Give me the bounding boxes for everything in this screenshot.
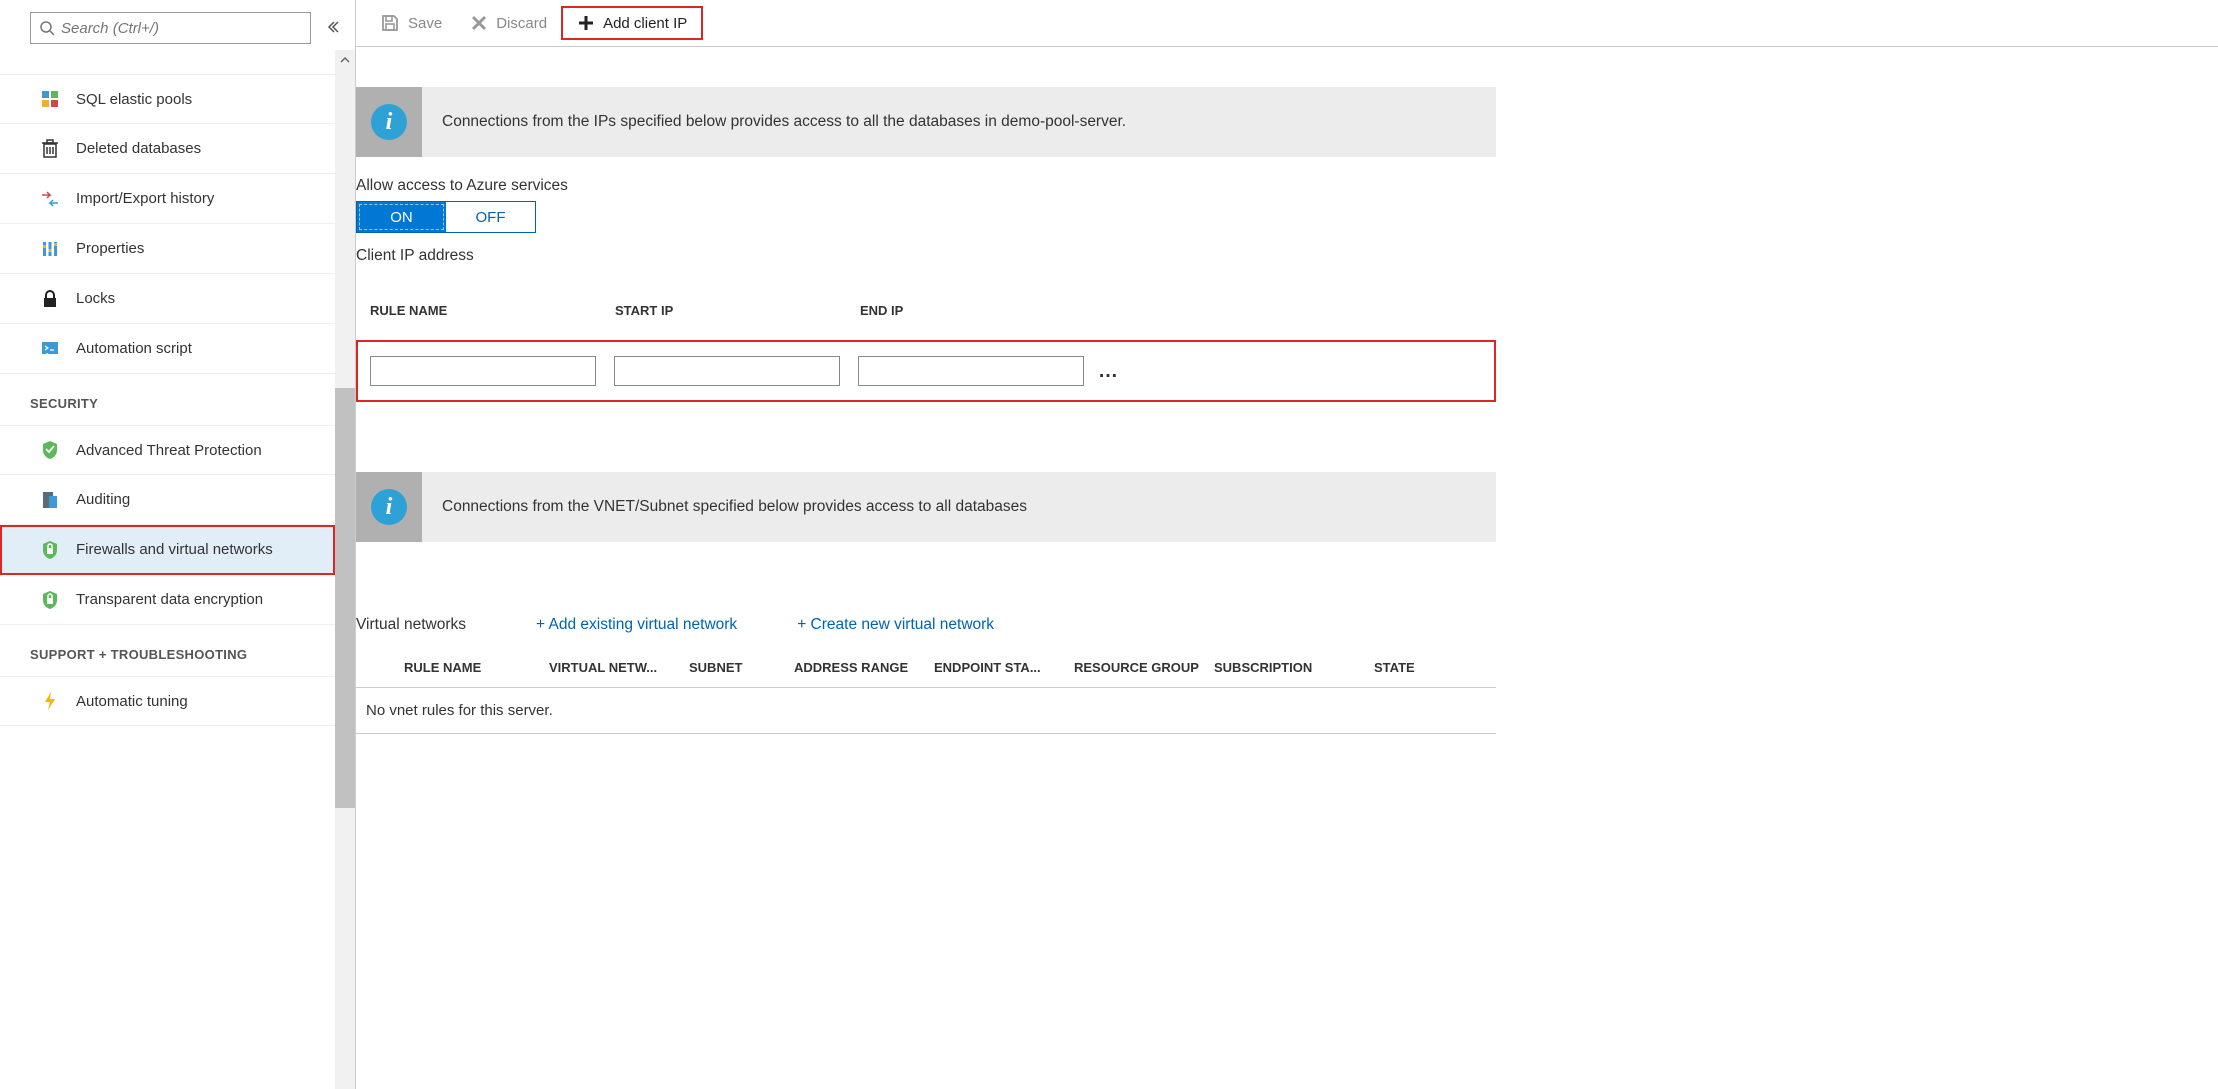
add-client-ip-label: Add client IP bbox=[603, 15, 687, 32]
toggle-on[interactable]: ON bbox=[357, 202, 446, 232]
save-icon bbox=[380, 13, 400, 33]
plus-icon bbox=[577, 14, 595, 32]
scroll-up-icon[interactable] bbox=[335, 50, 355, 70]
sidebar-item-label: Automatic tuning bbox=[76, 693, 188, 710]
properties-icon bbox=[38, 237, 62, 261]
vnet-th-rg: RESOURCE GROUP bbox=[1074, 660, 1214, 675]
lightning-icon bbox=[38, 689, 62, 713]
sidebar-item-label: SQL elastic pools bbox=[76, 91, 192, 108]
sidebar-item-label: Automation script bbox=[76, 340, 192, 357]
sidebar-item-label: Import/Export history bbox=[76, 190, 214, 207]
trash-icon bbox=[38, 137, 62, 161]
vnet-th-sub: SUBSCRIPTION bbox=[1214, 660, 1374, 675]
sidebar-item-label: Firewalls and virtual networks bbox=[76, 541, 273, 558]
fw-header-startip: START IP bbox=[615, 303, 860, 318]
sidebar-item-label: Advanced Threat Protection bbox=[76, 442, 262, 459]
collapse-sidebar-icon[interactable] bbox=[325, 19, 341, 38]
section-security-header: SECURITY bbox=[0, 374, 335, 425]
discard-button[interactable]: Discard bbox=[456, 8, 561, 38]
sidebar-item-automation-script[interactable]: Automation script bbox=[0, 324, 335, 374]
vnet-th-endpoint: ENDPOINT STA... bbox=[934, 660, 1074, 675]
sidebar-item-sql-elastic-pools[interactable]: SQL elastic pools bbox=[0, 74, 335, 124]
vnet-th-vnet: VIRTUAL NETW... bbox=[549, 660, 689, 675]
info-text-ip: Connections from the IPs specified below… bbox=[422, 87, 1496, 157]
vnet-table-header: RULE NAME VIRTUAL NETW... SUBNET ADDRESS… bbox=[356, 660, 1496, 688]
fw-rule-input-row: … bbox=[356, 340, 1496, 402]
fw-end-ip-input[interactable] bbox=[858, 356, 1084, 386]
vnet-th-state: STATE bbox=[1374, 660, 1454, 675]
fw-rule-name-input[interactable] bbox=[370, 356, 596, 386]
search-input[interactable] bbox=[61, 20, 302, 37]
toggle-off[interactable]: OFF bbox=[446, 202, 535, 232]
vnet-title: Virtual networks bbox=[356, 616, 536, 634]
info-icon: i bbox=[371, 104, 407, 140]
shield-check-icon bbox=[38, 438, 62, 462]
auditing-icon bbox=[38, 488, 62, 512]
sidebar-item-properties[interactable]: Properties bbox=[0, 224, 335, 274]
add-existing-vnet-link[interactable]: + Add existing virtual network bbox=[536, 616, 737, 634]
sidebar-item-label: Auditing bbox=[76, 491, 130, 508]
fw-header-endip: END IP bbox=[860, 303, 1105, 318]
allow-azure-label: Allow access to Azure services bbox=[356, 177, 1496, 195]
client-ip-label: Client IP address bbox=[356, 247, 1496, 265]
fw-header-rulename: RULE NAME bbox=[370, 303, 615, 318]
info-text-vnet: Connections from the VNET/Subnet specifi… bbox=[422, 472, 1496, 542]
sidebar-item-label: Deleted databases bbox=[76, 140, 201, 157]
sidebar-item-firewalls-virtual-networks[interactable]: Firewalls and virtual networks bbox=[0, 525, 335, 575]
info-icon: i bbox=[371, 489, 407, 525]
sidebar-item-automatic-tuning[interactable]: Automatic tuning bbox=[0, 676, 335, 726]
vnet-th-rule: RULE NAME bbox=[404, 660, 549, 675]
sidebar-item-label: Locks bbox=[76, 290, 115, 307]
sql-elastic-pools-icon bbox=[38, 87, 62, 111]
lock-icon bbox=[38, 287, 62, 311]
search-icon bbox=[39, 20, 55, 36]
sidebar-item-label: Properties bbox=[76, 240, 144, 257]
firewall-shield-icon bbox=[38, 538, 62, 562]
vnet-th-subnet: SUBNET bbox=[689, 660, 794, 675]
sidebar-scrollbar-thumb[interactable] bbox=[335, 388, 355, 808]
vnet-empty-message: No vnet rules for this server. bbox=[356, 688, 1496, 734]
discard-label: Discard bbox=[496, 15, 547, 32]
sidebar-search[interactable] bbox=[30, 12, 311, 44]
sidebar-item-import-export-history[interactable]: Import/Export history bbox=[0, 174, 335, 224]
sidebar-item-transparent-data-encryption[interactable]: Transparent data encryption bbox=[0, 575, 335, 625]
sidebar-item-deleted-databases[interactable]: Deleted databases bbox=[0, 124, 335, 174]
sidebar-item-auditing[interactable]: Auditing bbox=[0, 475, 335, 525]
import-export-icon bbox=[38, 187, 62, 211]
encryption-shield-icon bbox=[38, 588, 62, 612]
add-client-ip-button[interactable]: Add client IP bbox=[561, 6, 703, 40]
sidebar-item-locks[interactable]: Locks bbox=[0, 274, 335, 324]
section-support-header: SUPPORT + TROUBLESHOOTING bbox=[0, 625, 335, 676]
discard-icon bbox=[470, 14, 488, 32]
create-new-vnet-link[interactable]: + Create new virtual network bbox=[797, 616, 994, 634]
sidebar-item-label: Transparent data encryption bbox=[76, 591, 263, 608]
automation-script-icon bbox=[38, 337, 62, 361]
vnet-th-addr: ADDRESS RANGE bbox=[794, 660, 934, 675]
save-button[interactable]: Save bbox=[366, 7, 456, 39]
info-banner-vnet: i Connections from the VNET/Subnet speci… bbox=[356, 472, 1496, 542]
sidebar: SQL elastic pools Deleted databases Impo… bbox=[0, 0, 356, 1089]
info-banner-ip: i Connections from the IPs specified bel… bbox=[356, 87, 1496, 157]
fw-row-more-icon[interactable]: … bbox=[1098, 360, 1120, 383]
allow-azure-toggle[interactable]: ON OFF bbox=[356, 201, 536, 233]
sidebar-item-advanced-threat-protection[interactable]: Advanced Threat Protection bbox=[0, 425, 335, 475]
main-panel: Save Discard Add client IP i Connections… bbox=[356, 0, 2218, 1089]
fw-start-ip-input[interactable] bbox=[614, 356, 840, 386]
save-label: Save bbox=[408, 15, 442, 32]
toolbar: Save Discard Add client IP bbox=[356, 0, 2218, 47]
